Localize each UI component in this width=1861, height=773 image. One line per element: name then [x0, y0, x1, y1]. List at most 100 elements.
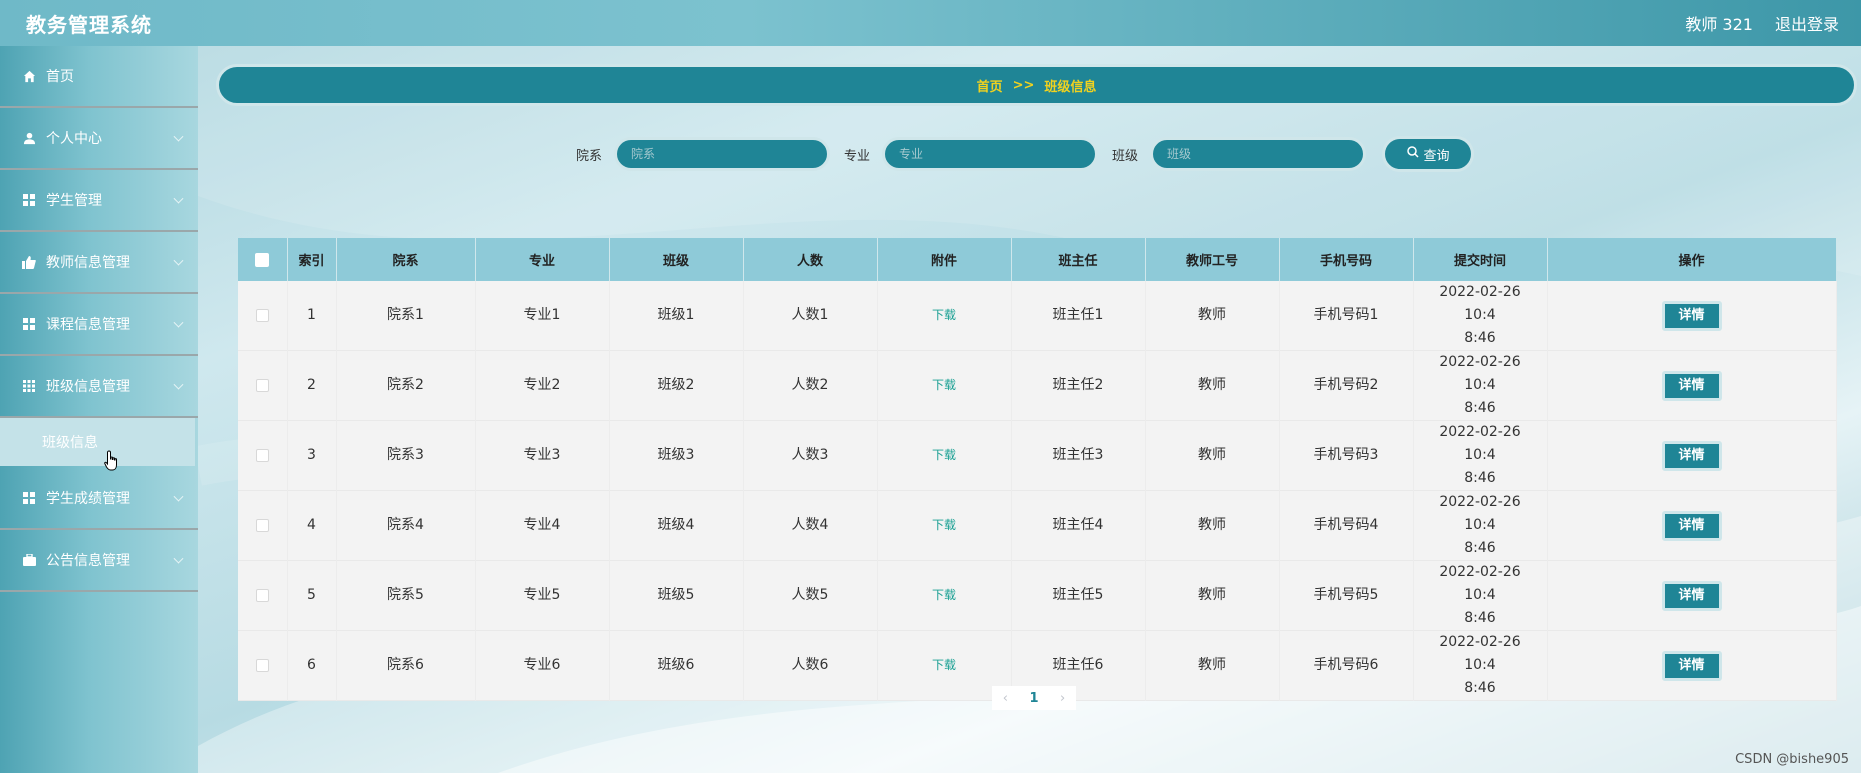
submit-time-cell: 2022-02-26 10:4 8:46	[1413, 490, 1548, 561]
download-link[interactable]: 下载	[932, 588, 956, 602]
column-header: 专业	[475, 238, 610, 281]
submit-time-line1: 2022-02-26 10:4	[1439, 284, 1521, 323]
attachment-cell: 下载	[877, 350, 1012, 421]
logout-link[interactable]: 退出登录	[1775, 11, 1839, 35]
chevron-down-icon	[173, 317, 184, 328]
user-label[interactable]: 教师 321	[1685, 11, 1753, 35]
action-cell: 详情	[1547, 281, 1837, 351]
submit-time-cell: 2022-02-26 10:4 8:46	[1413, 350, 1548, 421]
row-checkbox[interactable]	[255, 308, 269, 322]
action-cell: 详情	[1547, 560, 1837, 631]
chevron-down-icon	[173, 193, 184, 204]
dept-cell: 院系1	[336, 281, 476, 351]
dept-cell: 院系2	[336, 350, 476, 421]
breadcrumb-home[interactable]: 首页	[977, 76, 1003, 95]
table-row: 5 院系5 专业5 班级5 人数5 下载 班主任5 教师 手机号码5 2022-02-26 10:…	[238, 560, 1837, 631]
teacher-id-cell: 教师	[1145, 560, 1280, 631]
query-button[interactable]: 查询	[1382, 136, 1475, 172]
table-body: 1 院系1 专业1 班级1 人数1 下载 班主任1 教师 手机号码1 2022-02-26 10:…	[238, 281, 1837, 701]
sidebar-item-teacher-info[interactable]: 教师信息管理	[0, 232, 198, 294]
detail-button[interactable]: 详情	[1661, 370, 1722, 401]
sidebar-item-label: 个人中心	[46, 131, 102, 147]
app-title: 教务管理系统	[26, 12, 152, 37]
row-select-cell	[238, 420, 288, 491]
attachment-cell: 下载	[877, 420, 1012, 491]
column-header: 索引	[287, 238, 337, 281]
column-header: 班主任	[1011, 238, 1146, 281]
class-info-table: 索引 院系 专业 班级 人数 附件 班主任 教师工号 手机号码 提交时间 操作 …	[238, 238, 1837, 701]
dept-label: 院系	[576, 148, 603, 164]
submit-time-line1: 2022-02-26 10:4	[1439, 494, 1521, 533]
sidebar-item-notice-management[interactable]: 公告信息管理	[0, 530, 198, 592]
class-search-input[interactable]	[1150, 137, 1367, 171]
sidebar-item-home[interactable]: 首页	[0, 46, 198, 108]
row-checkbox[interactable]	[255, 588, 269, 602]
phone-cell: 手机号码6	[1279, 630, 1414, 701]
teacher-id-cell: 教师	[1145, 490, 1280, 561]
prev-page-button[interactable]: ‹	[1003, 691, 1008, 706]
class-cell: 班级5	[609, 560, 744, 631]
chevron-down-icon	[173, 131, 184, 142]
submit-time-cell: 2022-02-26 10:4 8:46	[1413, 420, 1548, 491]
download-link[interactable]: 下载	[932, 518, 956, 532]
row-checkbox[interactable]	[255, 658, 269, 672]
submit-time-cell: 2022-02-26 10:4 8:46	[1413, 560, 1548, 631]
row-index-cell: 5	[287, 560, 337, 631]
detail-button[interactable]: 详情	[1661, 510, 1722, 541]
sidebar-item-grade-management[interactable]: 学生成绩管理	[0, 468, 198, 530]
dept-search-input[interactable]	[614, 137, 831, 171]
head-teacher-cell: 班主任1	[1011, 281, 1146, 351]
sidebar: 首页 个人中心 学生管理 教师信息管理 课程信息管理 班级信息管理 班级信息 学…	[0, 46, 198, 773]
sidebar-subitem-label: 班级信息	[42, 435, 98, 451]
chevron-down-icon	[173, 379, 184, 390]
submit-time-line2: 8:46	[1464, 540, 1496, 556]
column-header: 教师工号	[1145, 238, 1280, 281]
teacher-id-cell: 教师	[1145, 350, 1280, 421]
sidebar-item-personal-center[interactable]: 个人中心	[0, 108, 198, 170]
chevron-down-icon	[173, 255, 184, 266]
row-select-cell	[238, 630, 288, 701]
column-header: 手机号码	[1279, 238, 1414, 281]
action-cell: 详情	[1547, 350, 1837, 421]
table-row: 1 院系1 专业1 班级1 人数1 下载 班主任1 教师 手机号码1 2022-02-26 10:…	[238, 281, 1837, 351]
row-checkbox[interactable]	[255, 448, 269, 462]
row-checkbox[interactable]	[255, 518, 269, 532]
table-row: 3 院系3 专业3 班级3 人数3 下载 班主任3 教师 手机号码3 2022-02-26 10:…	[238, 420, 1837, 491]
sidebar-item-class-info[interactable]: 班级信息管理	[0, 356, 198, 418]
sidebar-item-label: 班级信息管理	[46, 379, 130, 395]
count-cell: 人数5	[743, 560, 878, 631]
breadcrumb: 首页 >> 班级信息	[216, 64, 1857, 106]
sidebar-item-student-management[interactable]: 学生管理	[0, 170, 198, 232]
table-header-row: 索引 院系 专业 班级 人数 附件 班主任 教师工号 手机号码 提交时间 操作	[238, 238, 1837, 281]
teacher-id-cell: 教师	[1145, 630, 1280, 701]
column-header: 提交时间	[1413, 238, 1548, 281]
class-cell: 班级3	[609, 420, 744, 491]
row-index-cell: 2	[287, 350, 337, 421]
sidebar-item-course-info[interactable]: 课程信息管理	[0, 294, 198, 356]
detail-button[interactable]: 详情	[1661, 650, 1722, 681]
sidebar-item-label: 教师信息管理	[46, 255, 130, 271]
major-cell: 专业2	[475, 350, 610, 421]
download-link[interactable]: 下载	[932, 308, 956, 322]
next-page-button[interactable]: ›	[1060, 691, 1065, 706]
row-select-cell	[238, 560, 288, 631]
teacher-id-cell: 教师	[1145, 420, 1280, 491]
major-cell: 专业4	[475, 490, 610, 561]
download-link[interactable]: 下载	[932, 378, 956, 392]
row-index-cell: 4	[287, 490, 337, 561]
detail-button[interactable]: 详情	[1661, 580, 1722, 611]
row-checkbox[interactable]	[255, 378, 269, 392]
page-number-button[interactable]: 1	[1029, 691, 1038, 706]
submit-time-line1: 2022-02-26 10:4	[1439, 354, 1521, 393]
attachment-cell: 下载	[877, 490, 1012, 561]
detail-button[interactable]: 详情	[1661, 300, 1722, 331]
detail-button[interactable]: 详情	[1661, 440, 1722, 471]
major-search-input[interactable]	[882, 137, 1099, 171]
select-all-checkbox[interactable]	[255, 252, 270, 267]
download-link[interactable]: 下载	[932, 658, 956, 672]
submit-time-line2: 8:46	[1464, 470, 1496, 486]
top-header: 教务管理系统 教师 321 退出登录	[0, 0, 1861, 46]
download-link[interactable]: 下载	[932, 448, 956, 462]
watermark: CSDN @bishe905	[1735, 752, 1849, 767]
sidebar-subitem-class-info[interactable]: 班级信息	[0, 418, 195, 471]
